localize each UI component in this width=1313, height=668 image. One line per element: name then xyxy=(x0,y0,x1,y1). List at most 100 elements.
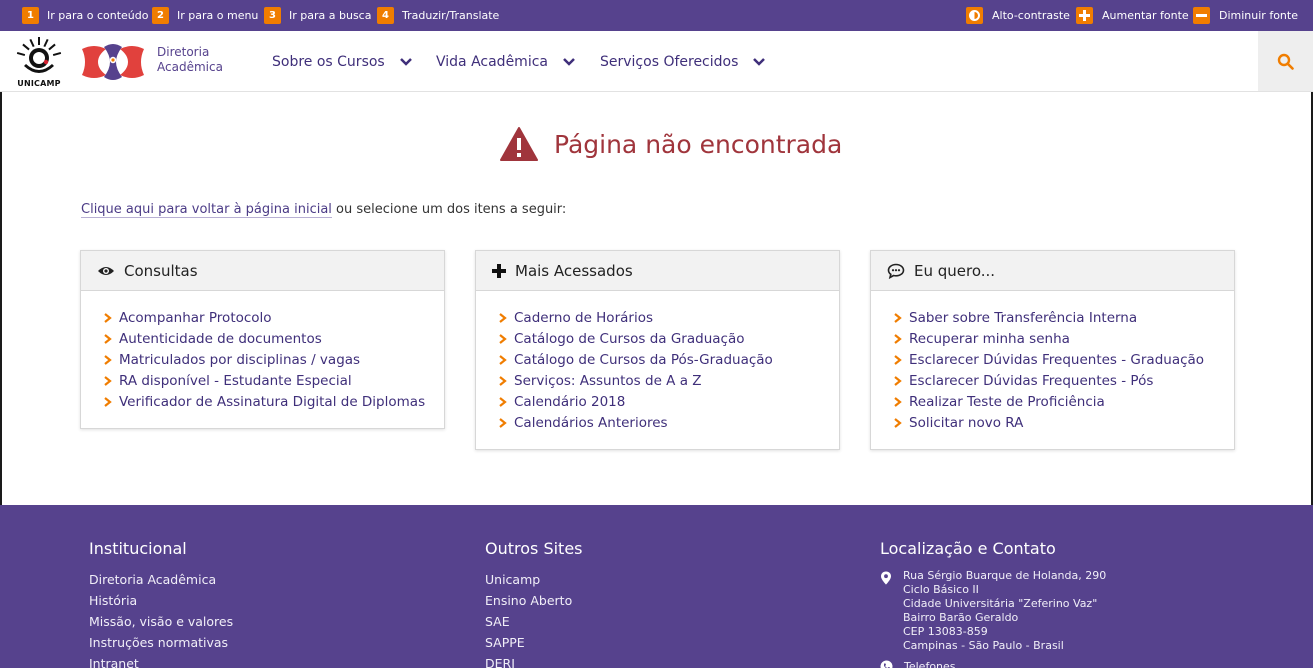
chevron-right-icon xyxy=(104,396,112,407)
card-header: Eu quero... xyxy=(871,251,1234,291)
high-contrast-button[interactable]: Alto-contraste xyxy=(966,7,1070,24)
unicamp-logo[interactable]: UNICAMP xyxy=(16,36,62,88)
translate-link[interactable]: 4 Traduzir/Translate xyxy=(377,7,499,24)
site-name-line1: Diretoria xyxy=(157,45,210,59)
chevron-right-icon xyxy=(894,396,902,407)
card-mais-acessados: Mais Acessados Caderno de Horários Catál… xyxy=(475,250,840,450)
list-item[interactable]: Verificador de Assinatura Digital de Dip… xyxy=(103,391,444,412)
footer-link[interactable]: Instruções normativas xyxy=(89,632,233,653)
accessibility-bar: 1 Ir para o conteúdo 2 Ir para o menu 3 … xyxy=(0,0,1313,31)
unicamp-emblem-icon xyxy=(16,37,62,73)
footer-link[interactable]: História xyxy=(89,590,233,611)
decrease-font-label: Diminuir fonte xyxy=(1219,9,1298,22)
search-button[interactable] xyxy=(1258,31,1313,91)
list-item[interactable]: Recuperar minha senha xyxy=(893,328,1234,349)
list-item-label: Acompanhar Protocolo xyxy=(119,309,272,326)
skip-to-content-link[interactable]: 1 Ir para o conteúdo xyxy=(22,7,149,24)
chevron-right-icon xyxy=(499,312,507,323)
list-item[interactable]: RA disponível - Estudante Especial xyxy=(103,370,444,391)
contrast-icon xyxy=(966,7,983,24)
chevron-right-icon xyxy=(499,417,507,428)
da-emblem-icon xyxy=(82,44,144,80)
skip-link-label: Traduzir/Translate xyxy=(402,9,500,22)
chevron-right-icon xyxy=(499,333,507,344)
list-item[interactable]: Caderno de Horários xyxy=(498,307,839,328)
list-item-label: Calendário 2018 xyxy=(514,393,626,410)
site-name-line2: Acadêmica xyxy=(157,60,223,74)
list-item-label: Realizar Teste de Proficiência xyxy=(909,393,1105,410)
footer-link[interactable]: Unicamp xyxy=(485,569,583,590)
site-header: UNICAMP Diretoria Acadêmica Sobre os Cur… xyxy=(0,31,1313,92)
footer-link[interactable]: SAE xyxy=(485,611,583,632)
plus-icon xyxy=(492,262,506,280)
list-item[interactable]: Matriculados por disciplinas / vagas xyxy=(103,349,444,370)
skip-number-badge: 3 xyxy=(264,7,281,24)
list-item[interactable]: Serviços: Assuntos de A a Z xyxy=(498,370,839,391)
card-title: Eu quero... xyxy=(914,261,996,280)
list-item[interactable]: Acompanhar Protocolo xyxy=(103,307,444,328)
list-item[interactable]: Solicitar novo RA xyxy=(893,412,1234,433)
footer-link[interactable]: Diretoria Acadêmica xyxy=(89,569,233,590)
footer-institutional: Institucional Diretoria Acadêmica Histór… xyxy=(89,539,233,668)
list-item-label: Verificador de Assinatura Digital de Dip… xyxy=(119,393,426,410)
skip-to-menu-link[interactable]: 2 Ir para o menu xyxy=(152,7,258,24)
footer-link[interactable]: DERI xyxy=(485,653,583,668)
increase-font-label: Aumentar fonte xyxy=(1102,9,1189,22)
chevron-right-icon xyxy=(894,375,902,386)
chevron-right-icon xyxy=(104,375,112,386)
search-icon xyxy=(1277,53,1294,70)
chevron-right-icon xyxy=(894,417,902,428)
footer-link[interactable]: Missão, visão e valores xyxy=(89,611,233,632)
list-item[interactable]: Esclarecer Dúvidas Frequentes - Graduaçã… xyxy=(893,349,1234,370)
skip-to-search-link[interactable]: 3 Ir para a busca xyxy=(264,7,371,24)
list-item[interactable]: Calendários Anteriores xyxy=(498,412,839,433)
footer-other-sites: Outros Sites Unicamp Ensino Aberto SAE S… xyxy=(485,539,583,668)
address-line: Cidade Universitária "Zeferino Vaz" xyxy=(903,597,1098,610)
list-item[interactable]: Realizar Teste de Proficiência xyxy=(893,391,1234,412)
list-item-label: Autenticidade de documentos xyxy=(119,330,322,347)
address-line: Rua Sérgio Buarque de Holanda, 290 xyxy=(903,569,1107,582)
footer-link[interactable]: Ensino Aberto xyxy=(485,590,583,611)
footer-link[interactable]: Intranet xyxy=(89,653,233,668)
list-item[interactable]: Catálogo de Cursos da Pós-Graduação xyxy=(498,349,839,370)
list-item-label: Saber sobre Transferência Interna xyxy=(909,309,1138,326)
nav-vida-academica[interactable]: Vida Acadêmica xyxy=(436,53,576,71)
footer-column-title: Institucional xyxy=(89,539,187,558)
list-item[interactable]: Autenticidade de documentos xyxy=(103,328,444,349)
minus-icon xyxy=(1193,7,1210,24)
list-item-label: Calendários Anteriores xyxy=(514,414,668,431)
footer-address: Rua Sérgio Buarque de Holanda, 290 Ciclo… xyxy=(880,569,1106,653)
skip-link-label: Ir para o conteúdo xyxy=(47,9,149,22)
list-item-label: Esclarecer Dúvidas Frequentes - Graduaçã… xyxy=(909,351,1205,368)
list-item[interactable]: Saber sobre Transferência Interna xyxy=(893,307,1234,328)
chevron-right-icon xyxy=(499,396,507,407)
list-item[interactable]: Esclarecer Dúvidas Frequentes - Pós xyxy=(893,370,1234,391)
footer-column-title: Outros Sites xyxy=(485,539,583,558)
chevron-right-icon xyxy=(104,312,112,323)
address-line: Campinas - São Paulo - Brasil xyxy=(903,639,1064,652)
list-item-label: Caderno de Horários xyxy=(514,309,653,326)
high-contrast-label: Alto-contraste xyxy=(992,9,1070,22)
list-item[interactable]: Catálogo de Cursos da Graduação xyxy=(498,328,839,349)
nav-servicos-oferecidos[interactable]: Serviços Oferecidos xyxy=(600,53,766,71)
decrease-font-button[interactable]: Diminuir fonte xyxy=(1193,7,1298,24)
nav-sobre-os-cursos[interactable]: Sobre os Cursos xyxy=(272,53,413,71)
phone-icon xyxy=(880,660,893,668)
unicamp-logo-text: UNICAMP xyxy=(17,79,61,88)
diretoria-academica-logo[interactable] xyxy=(80,43,146,81)
skip-number-badge: 2 xyxy=(152,7,169,24)
intro-text: Clique aqui para voltar à página inicial… xyxy=(81,202,566,218)
back-home-link[interactable]: Clique aqui para voltar à página inicial xyxy=(81,202,332,218)
card-title: Consultas xyxy=(124,261,198,280)
card-eu-quero: Eu quero... Saber sobre Transferência In… xyxy=(870,250,1235,450)
list-item-label: Solicitar novo RA xyxy=(909,414,1024,431)
footer-link[interactable]: SAPPE xyxy=(485,632,583,653)
list-item-label: Catálogo de Cursos da Pós-Graduação xyxy=(514,351,773,368)
list-item[interactable]: Calendário 2018 xyxy=(498,391,839,412)
footer-phone: Telefones xyxy=(880,660,956,668)
increase-font-button[interactable]: Aumentar fonte xyxy=(1076,7,1189,24)
footer-column-title: Localização e Contato xyxy=(880,539,1056,558)
chevron-right-icon xyxy=(104,354,112,365)
address-lines: Rua Sérgio Buarque de Holanda, 290 Ciclo… xyxy=(903,569,1106,653)
card-link-list: Caderno de Horários Catálogo de Cursos d… xyxy=(476,291,839,449)
